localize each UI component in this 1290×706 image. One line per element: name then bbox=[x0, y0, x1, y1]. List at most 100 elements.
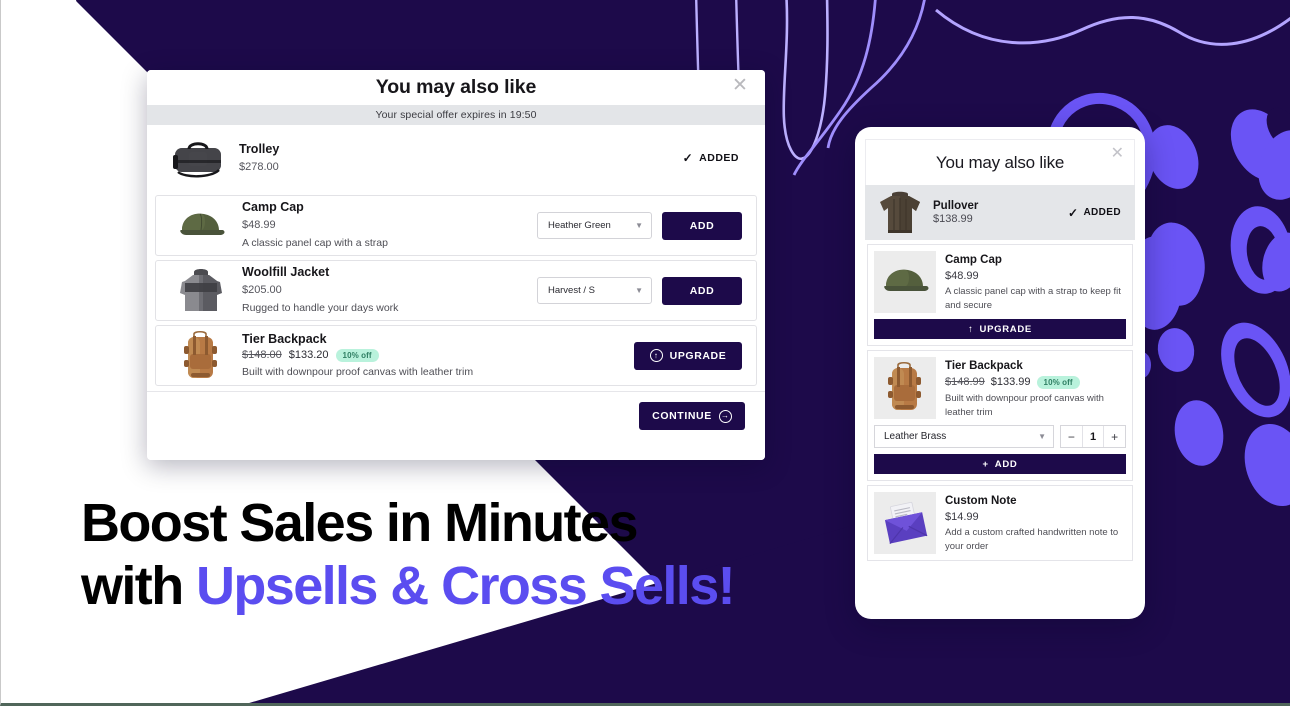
mobile-card-info: Custom Note $14.99 Add a custom crafted … bbox=[945, 492, 1126, 554]
headline-line-1: Boost Sales in Minutes bbox=[81, 493, 639, 553]
desktop-upsell-modal: You may also like ✕ Your special offer e… bbox=[147, 70, 765, 460]
chevron-down-icon: ▼ bbox=[635, 285, 643, 295]
mobile-added-info: Pullover $138.99 bbox=[933, 200, 1068, 225]
product-price-discounted: $133.99 bbox=[990, 376, 1031, 389]
headline-prefix: with bbox=[81, 556, 196, 617]
product-name: Trolley bbox=[239, 141, 280, 156]
product-info: Tier Backpack $148.00 $133.20 10% off Bu… bbox=[242, 331, 634, 381]
mobile-card-top: Custom Note $14.99 Add a custom crafted … bbox=[874, 492, 1126, 555]
product-description: Built with downpour proof canvas with le… bbox=[945, 392, 1104, 418]
backpack-image bbox=[172, 330, 230, 381]
product-description: A classic panel cap with a strap to keep… bbox=[945, 285, 1121, 311]
status-badge-added: ✓ ADDED bbox=[1068, 206, 1121, 220]
product-description: Rugged to handle your days work bbox=[242, 302, 399, 315]
check-icon: ✓ bbox=[682, 151, 694, 165]
desktop-modal-title: You may also like bbox=[375, 76, 537, 98]
discount-badge: 10% off bbox=[1036, 375, 1080, 389]
jacket-image bbox=[172, 266, 230, 316]
product-name: Tier Backpack bbox=[945, 360, 1023, 372]
product-card-camp-cap: Camp Cap $48.99 A classic panel cap with… bbox=[155, 195, 757, 256]
discount-badge: 10% off bbox=[335, 348, 379, 362]
product-description: A classic panel cap with a strap bbox=[242, 237, 388, 250]
added-product-row: Trolley $278.00 ✓ ADDED bbox=[147, 125, 765, 191]
product-price: $48.99 bbox=[945, 269, 979, 282]
variant-select-tier-backpack[interactable]: Leather Brass ▼ bbox=[874, 425, 1054, 449]
pullover-image bbox=[873, 189, 927, 237]
check-icon: ✓ bbox=[1067, 205, 1079, 220]
product-name: Tier Backpack bbox=[242, 331, 327, 346]
arrow-up-circle-icon: ↑ bbox=[649, 349, 663, 362]
mobile-product-card-tier-backpack: Tier Backpack $148.99 $133.99 10% off Bu… bbox=[867, 350, 1133, 482]
mobile-product-card-custom-note: Custom Note $14.99 Add a custom crafted … bbox=[867, 485, 1133, 562]
add-button-camp-cap[interactable]: ADD bbox=[662, 211, 742, 240]
arrow-up-icon: ↑ bbox=[968, 323, 974, 335]
promotional-banner: You may also like ✕ Your special offer e… bbox=[0, 0, 1290, 706]
plus-icon: + bbox=[982, 458, 989, 470]
mobile-device-mockup: You may also like ✕ Pullover $138.99 ✓ A… bbox=[855, 127, 1145, 619]
variant-value: Harvest / S bbox=[548, 285, 595, 296]
variant-select-woolfill-jacket[interactable]: Harvest / S ▼ bbox=[537, 277, 652, 304]
added-product-info: Trolley $278.00 bbox=[239, 141, 683, 175]
desktop-modal-header: You may also like ✕ bbox=[147, 70, 765, 105]
upgrade-label: UPGRADE bbox=[979, 323, 1032, 335]
product-name: Woolfill Jacket bbox=[242, 264, 330, 279]
variant-value: Leather Brass bbox=[884, 431, 947, 443]
added-label: ADDED bbox=[1083, 207, 1121, 218]
upgrade-button-tier-backpack[interactable]: ↑ UPGRADE bbox=[634, 341, 742, 370]
product-price-row: $148.99 $133.99 10% off bbox=[945, 375, 1126, 389]
mobile-added-product-row: Pullover $138.99 ✓ ADDED bbox=[865, 185, 1135, 240]
mobile-product-card-camp-cap: Camp Cap $48.99 A classic panel cap with… bbox=[867, 244, 1133, 346]
mobile-modal-title: You may also like bbox=[935, 152, 1065, 172]
add-label: ADD bbox=[994, 458, 1018, 470]
mobile-upgrade-button-camp-cap[interactable]: ↑ UPGRADE bbox=[874, 319, 1126, 339]
added-label: ADDED bbox=[699, 152, 739, 164]
quantity-increment-button[interactable]: + bbox=[1104, 426, 1125, 447]
close-icon[interactable]: ✕ bbox=[1111, 146, 1124, 162]
desktop-modal-body: Trolley $278.00 ✓ ADDED Camp Cap $48.99 … bbox=[147, 125, 765, 460]
product-description: Built with downpour proof canvas with le… bbox=[242, 365, 474, 378]
variant-select-camp-cap[interactable]: Heather Green ▼ bbox=[537, 212, 652, 239]
product-price: $14.99 bbox=[945, 511, 979, 524]
camp-cap-image bbox=[172, 201, 230, 251]
product-name: Camp Cap bbox=[242, 199, 304, 214]
mobile-card-top: Tier Backpack $148.99 $133.99 10% off Bu… bbox=[874, 357, 1126, 419]
quantity-value: 1 bbox=[1081, 426, 1105, 448]
chevron-down-icon: ▼ bbox=[635, 220, 643, 230]
continue-label: CONTINUE bbox=[652, 410, 712, 422]
product-price: $278.00 bbox=[239, 160, 279, 173]
camp-cap-image bbox=[874, 251, 936, 313]
product-name: Camp Cap bbox=[945, 254, 1002, 266]
desktop-modal-footer: CONTINUE → bbox=[147, 391, 765, 440]
add-button-woolfill-jacket[interactable]: ADD bbox=[662, 276, 742, 305]
backpack-image bbox=[874, 357, 936, 419]
product-price-original: $148.99 bbox=[945, 376, 985, 389]
arrow-right-circle-icon: → bbox=[718, 409, 732, 423]
mobile-card-info: Tier Backpack $148.99 $133.99 10% off Bu… bbox=[945, 357, 1126, 419]
product-card-tier-backpack: Tier Backpack $148.00 $133.20 10% off Bu… bbox=[155, 325, 757, 386]
product-price: $48.99 bbox=[242, 218, 276, 231]
status-badge-added: ✓ ADDED bbox=[683, 151, 739, 165]
product-name: Custom Note bbox=[945, 495, 1017, 508]
close-icon[interactable]: ✕ bbox=[729, 74, 751, 96]
mobile-add-button-tier-backpack[interactable]: + ADD bbox=[874, 454, 1126, 475]
chevron-down-icon: ▼ bbox=[1038, 431, 1046, 441]
product-price-row: $148.00 $133.20 10% off bbox=[242, 348, 634, 362]
envelope-note-image bbox=[874, 492, 936, 555]
product-name: Pullover bbox=[933, 200, 979, 212]
duffel-bag-image bbox=[169, 133, 227, 183]
quantity-stepper: − 1 + bbox=[1060, 425, 1126, 449]
offer-timer-bar: Your special offer expires in 19:50 bbox=[147, 105, 765, 125]
mobile-card-controls: Leather Brass ▼ − 1 + bbox=[874, 425, 1126, 449]
quantity-decrement-button[interactable]: − bbox=[1061, 426, 1082, 447]
mobile-upsell-modal: You may also like ✕ Pullover $138.99 ✓ A… bbox=[865, 139, 1135, 607]
product-info: Camp Cap $48.99 A classic panel cap with… bbox=[242, 199, 537, 252]
headline-line-2: with Upsells & Cross Sells! bbox=[81, 555, 736, 618]
mobile-card-info: Camp Cap $48.99 A classic panel cap with… bbox=[945, 251, 1126, 313]
upgrade-label: UPGRADE bbox=[669, 349, 727, 362]
mobile-card-top: Camp Cap $48.99 A classic panel cap with… bbox=[874, 251, 1126, 313]
product-info: Woolfill Jacket $205.00 Rugged to handle… bbox=[242, 264, 537, 317]
page-headline: Boost Sales in Minutes with Upsells & Cr… bbox=[81, 492, 736, 618]
continue-button[interactable]: CONTINUE → bbox=[639, 402, 745, 430]
product-price: $205.00 bbox=[242, 283, 282, 296]
product-card-woolfill-jacket: Woolfill Jacket $205.00 Rugged to handle… bbox=[155, 260, 757, 321]
